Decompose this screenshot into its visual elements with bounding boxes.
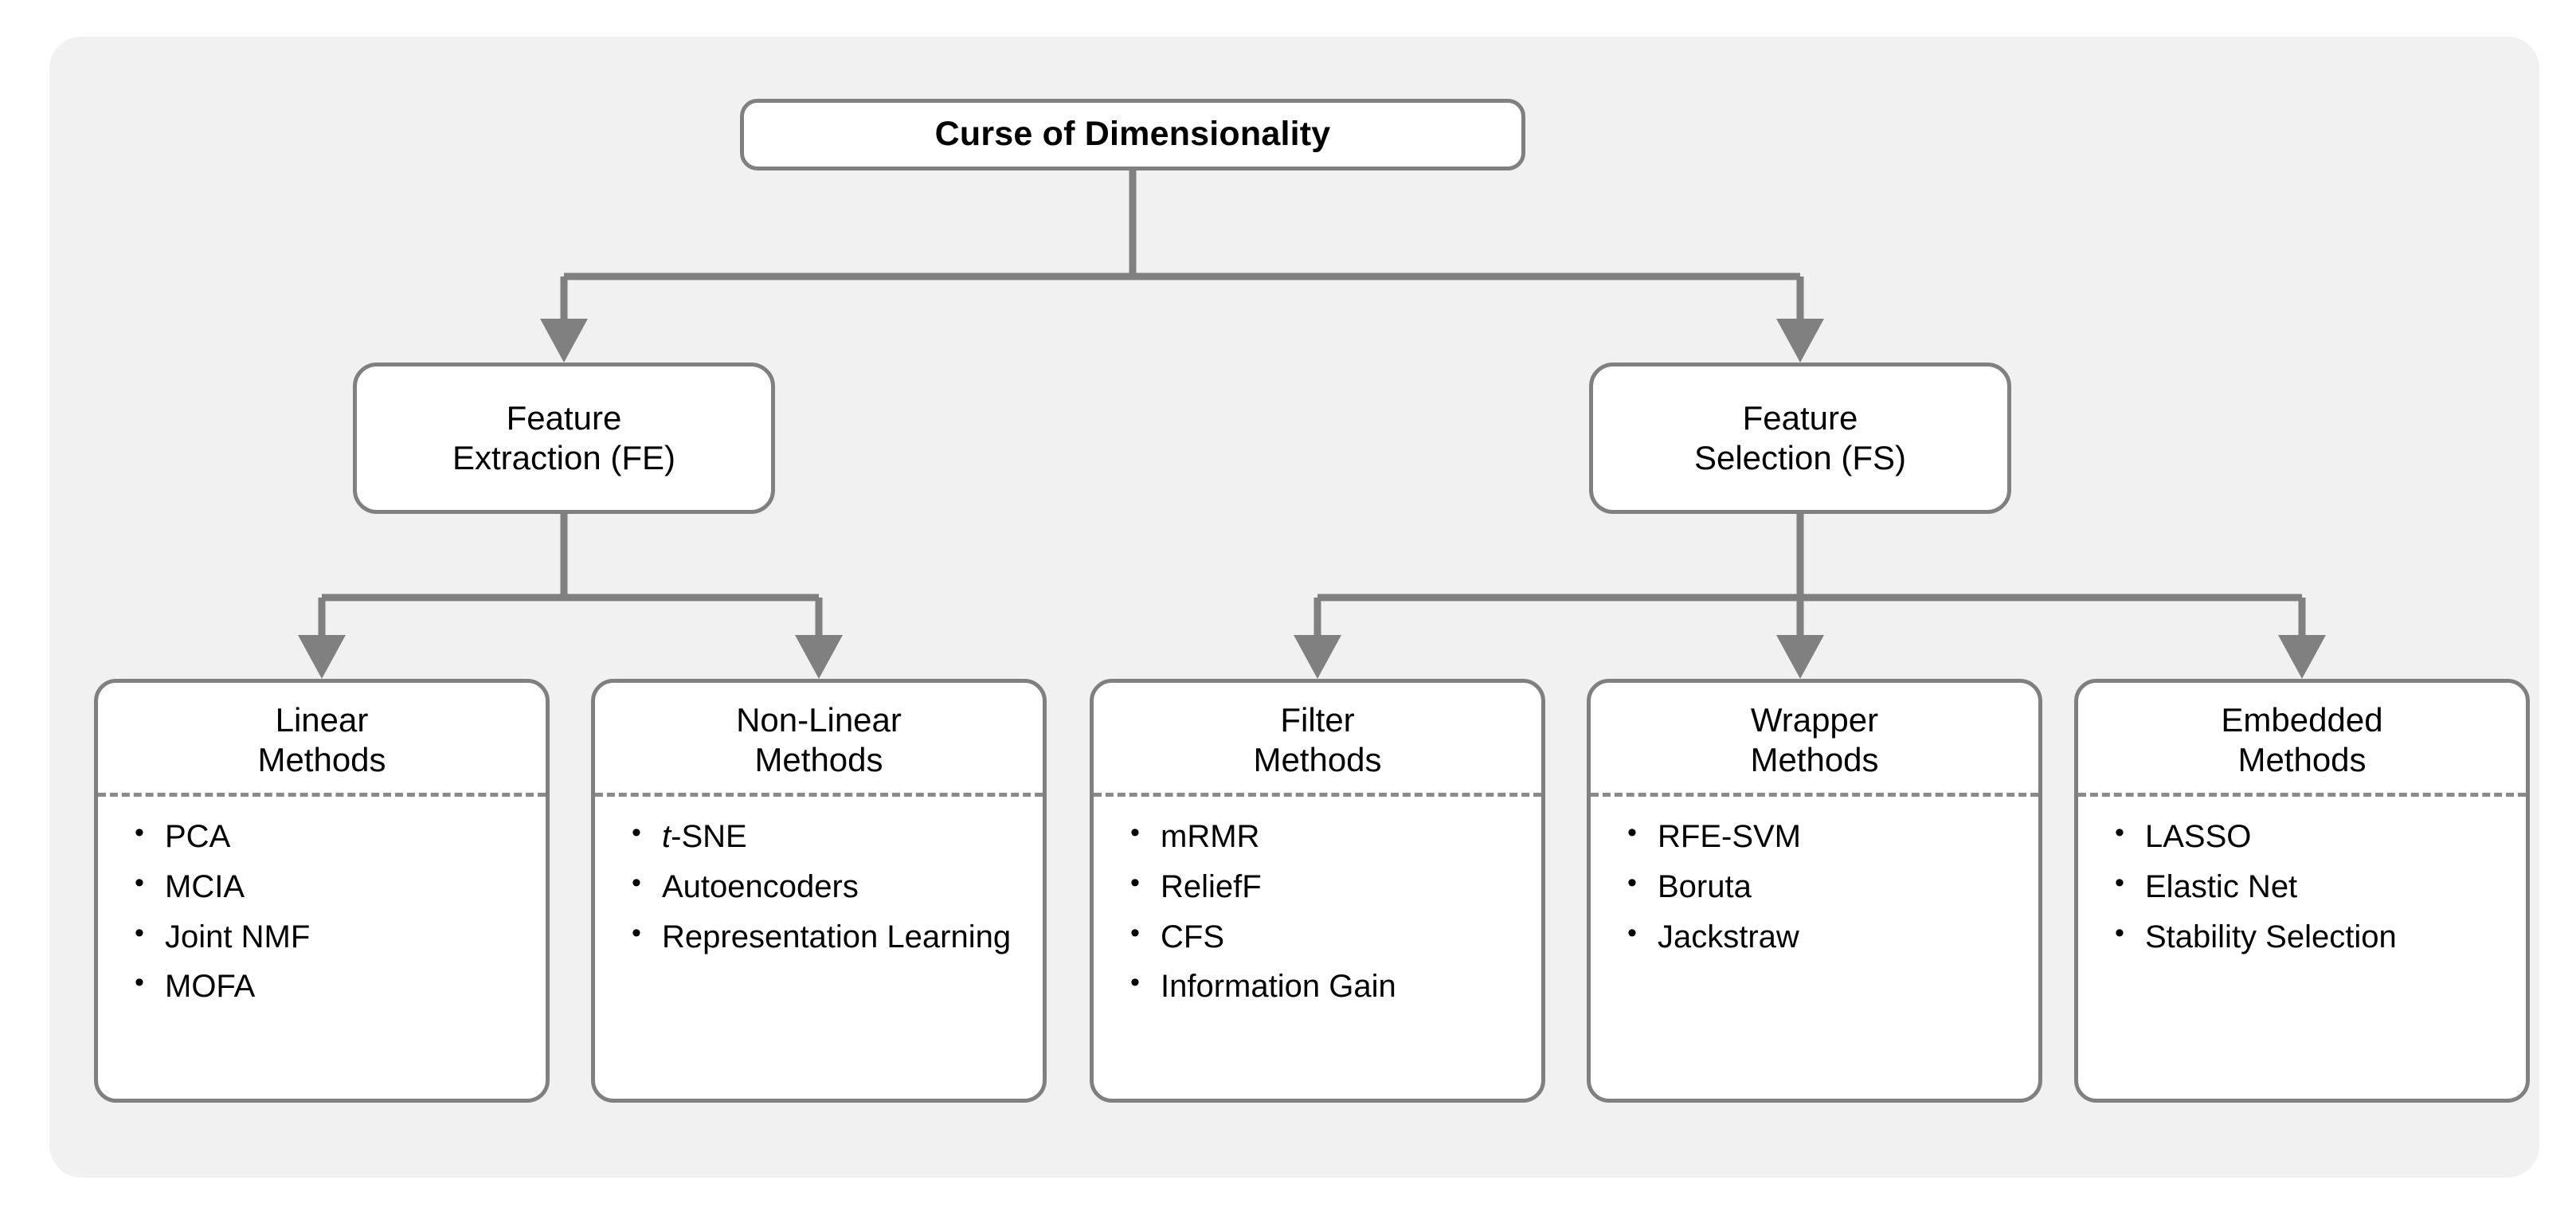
node-non-linear-methods-title: Non-Linear Methods: [736, 701, 902, 778]
node-embedded-methods[interactable]: Embedded Methods LASSO Elastic Net Stabili…: [2074, 679, 2530, 1103]
list-item: CFS: [1129, 917, 1541, 957]
node-feature-extraction[interactable]: Feature Extraction (FE): [353, 363, 775, 514]
node-non-linear-methods[interactable]: Non-Linear Methods t-SNE Autoencoders Repr…: [591, 679, 1047, 1103]
list-item: RFE-SVM: [1626, 817, 2038, 856]
list-item: Jackstraw: [1626, 917, 2038, 957]
node-feature-selection[interactable]: Feature Selection (FS): [1589, 363, 2011, 514]
list-item: MOFA: [133, 966, 546, 1006]
diagram-canvas: Curse of Dimensionality Feature Extracti…: [0, 0, 2576, 1215]
list-item: Stability Selection: [2113, 917, 2526, 957]
list-item: Autoencoders: [630, 867, 1043, 907]
list-item: Elastic Net: [2113, 867, 2526, 907]
list-item: Boruta: [1626, 867, 2038, 907]
node-filter-methods[interactable]: Filter Methods mRMR ReliefF CFS Information…: [1090, 679, 1545, 1103]
list-item: Joint NMF: [133, 917, 546, 957]
list-item: t-SNE: [630, 817, 1043, 856]
list-item: MCIA: [133, 867, 546, 907]
list-item: PCA: [133, 817, 546, 856]
node-feature-selection-label: Feature Selection (FS): [1693, 399, 1907, 476]
node-curse-of-dimensionality[interactable]: Curse of Dimensionality: [740, 99, 1525, 170]
node-feature-extraction-label: Feature Extraction (FE): [452, 399, 676, 476]
list-item: Information Gain: [1129, 966, 1541, 1006]
node-filter-methods-title: Filter Methods: [1253, 701, 1382, 778]
node-embedded-methods-title: Embedded Methods: [2221, 701, 2383, 778]
filter-methods-list: mRMR ReliefF CFS Information Gain: [1094, 797, 1541, 1017]
list-item: ReliefF: [1129, 867, 1541, 907]
embedded-methods-list: LASSO Elastic Net Stability Selection: [2078, 797, 2526, 967]
wrapper-methods-list: RFE-SVM Boruta Jackstraw: [1591, 797, 2038, 967]
list-item: mRMR: [1129, 817, 1541, 856]
list-item: LASSO: [2113, 817, 2526, 856]
node-linear-methods[interactable]: Linear Methods PCA MCIA Joint NMF MOFA: [94, 679, 550, 1103]
non-linear-methods-list: t-SNE Autoencoders Representation Learning: [595, 797, 1043, 967]
node-wrapper-methods[interactable]: Wrapper Methods RFE-SVM Boruta Jackstraw: [1587, 679, 2042, 1103]
list-item: Representation Learning: [630, 917, 1043, 957]
node-root-label: Curse of Dimensionality: [934, 115, 1331, 154]
node-linear-methods-title: Linear Methods: [257, 701, 386, 778]
node-wrapper-methods-title: Wrapper Methods: [1750, 701, 1879, 778]
linear-methods-list: PCA MCIA Joint NMF MOFA: [98, 797, 546, 1017]
